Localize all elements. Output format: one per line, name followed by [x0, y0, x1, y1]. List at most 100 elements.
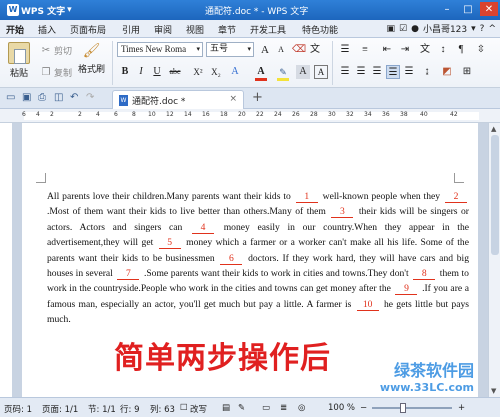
scrollbar-thumb[interactable] — [491, 135, 499, 255]
outline-view-icon[interactable]: ≣ — [280, 403, 287, 413]
read-mode-icon[interactable]: ▭ — [262, 403, 270, 413]
font-name-select[interactable]: Times New Roma ▾ — [117, 42, 203, 57]
blank-answer[interactable]: 2 — [445, 191, 467, 203]
layout-view-icon[interactable]: ▤ — [222, 403, 230, 413]
blank-answer[interactable]: 1 — [295, 191, 318, 203]
ruler-number: 30 — [328, 111, 336, 118]
bold-button[interactable]: B — [118, 65, 132, 79]
margin-corner-mark — [454, 173, 464, 183]
app-menu-button[interactable]: W WPS 文字 ▾ — [3, 2, 76, 18]
zoom-in-icon[interactable]: + — [458, 403, 465, 413]
zoom-slider[interactable] — [372, 407, 452, 409]
bullet-list-icon[interactable]: ☰ — [338, 43, 352, 57]
blank-answer[interactable]: 8 — [413, 268, 436, 281]
tab-chapter[interactable]: 章节 — [218, 23, 236, 36]
print-preview-icon[interactable]: ◫ — [54, 92, 63, 103]
track-changes-icon[interactable]: ✎ — [238, 403, 245, 413]
strikethrough-button[interactable]: abc — [166, 65, 184, 79]
tab-view[interactable]: 视图 — [186, 23, 204, 36]
tab-home[interactable]: 开始 — [6, 23, 24, 36]
scroll-up-icon[interactable]: ▲ — [491, 125, 496, 133]
line-spacing-menu-icon[interactable]: ↨ — [420, 65, 434, 79]
document-page[interactable]: All parents love their children.Many par… — [22, 123, 478, 397]
format-painter-button[interactable]: 🖌 格式刷 — [78, 42, 105, 75]
copy-button[interactable]: ❐ 复制 — [40, 66, 73, 80]
justify-icon[interactable]: ☰ — [386, 65, 400, 79]
maximize-icon[interactable]: □ — [459, 2, 477, 16]
blank-answer[interactable]: 10 — [356, 299, 379, 311]
add-tab-icon[interactable]: + — [252, 90, 263, 105]
sort-icon[interactable]: ↕ — [436, 43, 450, 57]
horizontal-ruler[interactable]: 6 4 2 2 4 6 8 10 12 14 16 18 20 22 24 26… — [0, 109, 500, 123]
document-area[interactable]: All parents love their children.Many par… — [12, 123, 488, 397]
tab-references[interactable]: 引用 — [122, 23, 140, 36]
distributed-icon[interactable]: ☰ — [402, 65, 416, 79]
chinese-layout-icon[interactable]: 文 — [418, 43, 432, 57]
blank-answer[interactable]: 3 — [331, 206, 354, 219]
italic-button[interactable]: I — [134, 65, 148, 79]
line-spacing-icon[interactable]: ⇳ — [474, 43, 488, 57]
redo-icon[interactable]: ↷ — [86, 92, 94, 103]
align-center-icon[interactable]: ☰ — [354, 65, 368, 79]
char-shading-button[interactable]: A — [296, 65, 310, 79]
blank-answer[interactable]: 5 — [158, 237, 181, 250]
superscript-button[interactable]: X² — [190, 65, 206, 79]
help-icon[interactable]: ? — [480, 24, 485, 34]
show-marks-icon[interactable]: ¶ — [454, 43, 468, 57]
zoom-slider-thumb[interactable] — [400, 403, 406, 413]
blank-answer[interactable]: 7 — [117, 268, 140, 281]
font-color-button[interactable]: A — [254, 65, 268, 79]
web-view-icon[interactable]: ◎ — [298, 403, 305, 413]
highlighter-icon[interactable]: ✎ — [276, 65, 290, 79]
font-size-select[interactable]: 五号 ▾ — [206, 42, 254, 57]
tab-special[interactable]: 特色功能 — [302, 23, 338, 36]
status-overwrite[interactable]: 改写 — [190, 403, 207, 415]
cut-button[interactable]: ✂ 剪切 — [40, 44, 72, 58]
char-border-button[interactable]: A — [314, 65, 328, 79]
text-effect-icon[interactable]: A — [228, 65, 242, 79]
zoom-out-icon[interactable]: − — [360, 403, 367, 413]
overwrite-checkbox-icon[interactable]: ☐ — [180, 403, 188, 413]
tab-review[interactable]: 审阅 — [154, 23, 172, 36]
user-name[interactable]: 小昌哥123 — [423, 22, 467, 35]
clear-format-icon[interactable]: ⌫ — [292, 43, 306, 57]
print-icon[interactable]: ⎙ — [38, 92, 46, 103]
checkbox-icon[interactable]: ☑ — [399, 24, 407, 34]
align-right-icon[interactable]: ☰ — [370, 65, 384, 79]
close-tab-icon[interactable]: × — [229, 94, 237, 104]
underline-button[interactable]: U — [150, 65, 164, 79]
paste-label: 粘贴 — [9, 69, 28, 79]
blank-answer[interactable]: 9 — [395, 283, 418, 296]
document-body-text[interactable]: All parents love their children.Many par… — [47, 189, 469, 328]
vertical-scrollbar[interactable]: ▲ ▼ — [488, 123, 500, 397]
paste-button[interactable]: 粘贴 — [8, 42, 30, 79]
tab-page-layout[interactable]: 页面布局 — [70, 23, 106, 36]
grow-font-button[interactable]: A — [258, 43, 272, 57]
tab-developer[interactable]: 开发工具 — [250, 23, 286, 36]
borders-icon[interactable]: ⊞ — [460, 65, 474, 79]
align-left-icon[interactable]: ☰ — [338, 65, 352, 79]
chevron-down-icon[interactable]: ▾ — [471, 24, 476, 34]
status-col: 列: 63 — [150, 405, 175, 415]
shading-icon[interactable]: ◩ — [440, 65, 454, 79]
user-avatar-icon[interactable]: ● — [411, 24, 419, 34]
subscript-button[interactable]: X₂ — [208, 65, 224, 79]
document-tab[interactable]: W 通配符.doc * × — [112, 90, 244, 109]
save-icon[interactable]: ▣ — [22, 92, 31, 103]
scroll-down-icon[interactable]: ▼ — [491, 387, 496, 395]
collapse-ribbon-icon[interactable]: ^ — [488, 24, 496, 34]
shrink-font-button[interactable]: A — [274, 43, 288, 57]
close-icon[interactable]: ✕ — [480, 2, 498, 16]
undo-icon[interactable]: ↶ — [70, 92, 78, 103]
open-folder-icon[interactable]: ▭ — [6, 92, 15, 103]
blank-answer[interactable]: 6 — [220, 253, 243, 265]
increase-indent-icon[interactable]: ⇥ — [398, 43, 412, 57]
numbered-list-icon[interactable]: ≡ — [358, 43, 372, 57]
minimize-icon[interactable]: – — [438, 2, 456, 16]
text-run: .Some parents want their kids to work in… — [141, 268, 412, 280]
blank-answer[interactable]: 4 — [192, 222, 215, 234]
decrease-indent-icon[interactable]: ⇤ — [380, 43, 394, 57]
skin-icon[interactable]: ▣ — [387, 24, 396, 34]
phonetic-guide-icon[interactable]: 文 — [308, 43, 322, 57]
tab-insert[interactable]: 插入 — [38, 23, 56, 36]
